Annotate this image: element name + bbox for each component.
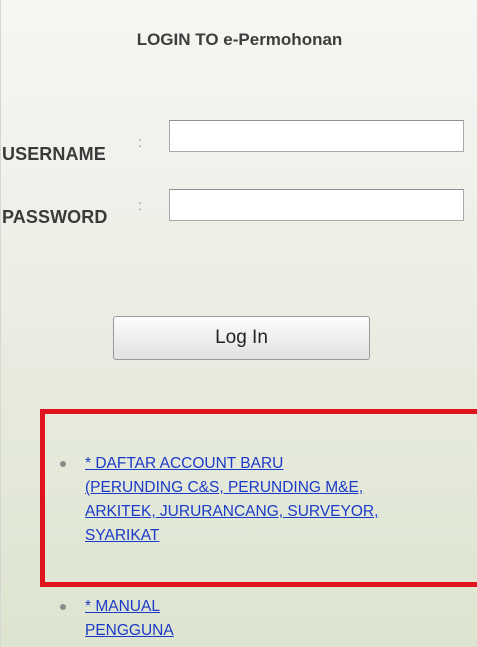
user-manual-link[interactable]: * MANUAL PENGGUNA xyxy=(85,595,174,643)
register-link-line: * DAFTAR ACCOUNT BARU xyxy=(85,455,284,472)
password-colon: : xyxy=(138,197,142,213)
login-title: LOGIN TO e-Permohonan xyxy=(136,30,343,49)
bullet-icon xyxy=(60,604,66,610)
username-input[interactable] xyxy=(169,120,464,152)
password-label: PASSWORD xyxy=(2,207,108,227)
bullet-icon xyxy=(60,461,66,467)
username-label: USERNAME xyxy=(2,144,106,164)
login-button[interactable]: Log In xyxy=(113,316,370,360)
register-link-line: SYARIKAT xyxy=(85,527,160,544)
register-link-line: (PERUNDING C&S, PERUNDING M&E, xyxy=(85,479,364,496)
register-account-link[interactable]: * DAFTAR ACCOUNT BARU (PERUNDING C&S, PE… xyxy=(85,452,378,548)
password-input[interactable] xyxy=(169,189,464,221)
register-link-line: ARKITEK, JURURANCANG, SURVEYOR, xyxy=(85,503,379,520)
login-panel: LOGIN TO e-Permohonan USERNAME : PASSWOR… xyxy=(0,0,477,647)
username-colon: : xyxy=(138,134,142,150)
